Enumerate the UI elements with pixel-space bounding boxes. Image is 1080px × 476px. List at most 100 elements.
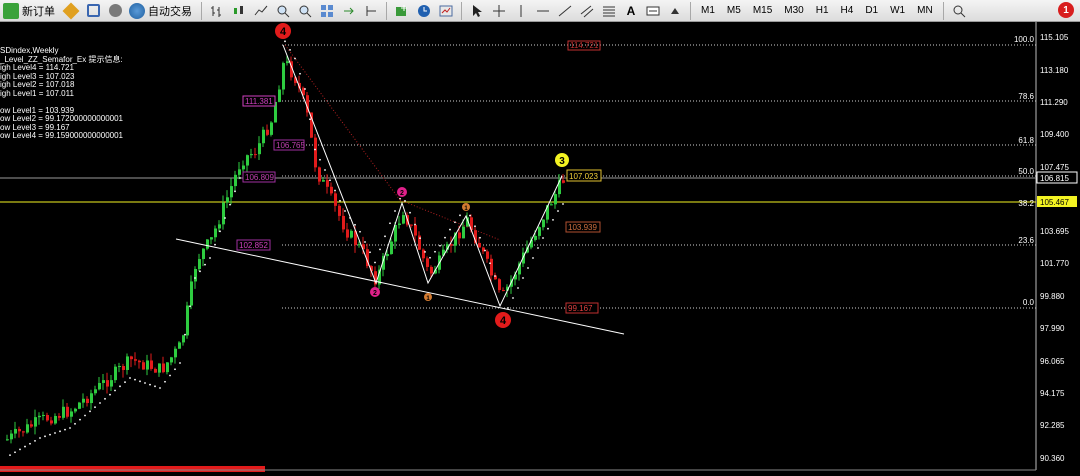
tile-windows-glyph <box>321 4 333 17</box>
indicators-icon[interactable] <box>393 2 411 20</box>
timeframe-d1[interactable]: D1 <box>859 1 884 21</box>
candle-body <box>62 406 65 418</box>
sar-dot <box>54 432 56 434</box>
candle-body <box>330 186 333 194</box>
sar-dot <box>309 118 311 121</box>
timeframe-m1[interactable]: M1 <box>695 1 721 21</box>
candle-body <box>250 154 253 156</box>
autotrade-button[interactable]: 自动交易 <box>126 1 195 21</box>
candle-body <box>350 230 353 238</box>
candle-body <box>146 360 149 370</box>
candle-body <box>542 219 545 228</box>
bar-chart-icon[interactable] <box>208 2 226 20</box>
timeframe-h1[interactable]: H1 <box>810 1 835 21</box>
zoom-in-icon[interactable] <box>274 2 292 20</box>
price-axis-label: 99.880 <box>1040 292 1065 301</box>
sar-dot <box>114 389 116 392</box>
arrows-icon[interactable] <box>666 2 684 20</box>
channel-icon[interactable] <box>578 2 596 20</box>
candle-body <box>130 356 133 360</box>
candle-body <box>198 259 201 270</box>
sar-dot <box>89 410 91 413</box>
price-tag: 99.167 <box>568 304 593 313</box>
candle-body <box>486 251 489 259</box>
candle-body <box>502 290 505 292</box>
candle-body <box>338 205 341 216</box>
sar-dot <box>324 169 326 171</box>
trendline-icon[interactable] <box>556 2 574 20</box>
fibonacci-levels <box>282 44 1036 309</box>
vertical-line-glyph <box>520 4 522 17</box>
sar-dot <box>99 402 101 404</box>
zoom-out-icon[interactable] <box>296 2 314 20</box>
horizontal-line-icon[interactable] <box>534 2 552 20</box>
candle-body <box>426 258 429 267</box>
timeframe-w1[interactable]: W1 <box>884 1 911 21</box>
fibonacci-icon[interactable] <box>600 2 618 20</box>
timeframe-m5[interactable]: M5 <box>721 1 747 21</box>
price-chart[interactable]: 100.0 78.6 61.8 50.0 38.2 23.6 0.0 114.7… <box>0 22 1080 476</box>
sar-dot <box>439 244 441 247</box>
tile-windows-icon[interactable] <box>318 2 336 20</box>
price-tag: 114.721 <box>570 41 599 50</box>
timeframe-m15[interactable]: M15 <box>747 1 778 21</box>
timeframe-m30[interactable]: M30 <box>778 1 809 21</box>
sar-dot <box>19 448 21 451</box>
periods-icon[interactable] <box>415 2 433 20</box>
new-order-button[interactable]: 新订单 <box>0 1 58 21</box>
line-chart-icon[interactable] <box>252 2 270 20</box>
candlestick-icon[interactable] <box>230 2 248 20</box>
candle-body <box>222 202 225 225</box>
sar-dot <box>304 88 306 90</box>
label-tool-icon[interactable] <box>644 2 662 20</box>
sar-dot <box>289 49 291 51</box>
sar-dot <box>189 305 191 308</box>
crosshair-icon[interactable] <box>490 2 508 20</box>
text-tool-icon[interactable]: A <box>622 2 640 20</box>
candle-body <box>66 406 69 417</box>
search-icon[interactable] <box>950 2 968 20</box>
price-tag: 107.023 <box>569 172 598 181</box>
price-axis-label: 113.180 <box>1040 66 1069 75</box>
candle-body <box>110 380 113 387</box>
autoscroll-icon[interactable] <box>340 2 358 20</box>
semafor-label: 2 <box>373 290 377 297</box>
candle-body <box>206 239 209 249</box>
sar-dot <box>214 243 216 246</box>
sar-dot <box>179 362 181 364</box>
candle-body <box>534 235 537 240</box>
price-axis-label: 111.290 <box>1040 98 1068 107</box>
timeframe-h4[interactable]: H4 <box>835 1 860 21</box>
sar-dot <box>329 179 331 182</box>
sar-dot <box>429 256 431 259</box>
sar-dot <box>419 237 421 240</box>
semafor-label: 4 <box>500 315 507 327</box>
sar-dot <box>104 397 106 400</box>
market-watch-icon[interactable] <box>84 2 102 20</box>
sar-dot <box>474 225 476 228</box>
candle-body <box>182 335 185 343</box>
notification-badge[interactable]: 1 <box>1058 2 1074 18</box>
cursor-icon[interactable] <box>468 2 486 20</box>
sar-dot <box>364 241 366 243</box>
channel-glyph <box>580 5 594 17</box>
cursor-glyph <box>473 4 482 17</box>
metaeditor-icon[interactable] <box>62 2 80 20</box>
timeframe-mn[interactable]: MN <box>911 1 939 21</box>
candle-body <box>342 215 345 230</box>
strategy-tester-icon[interactable] <box>106 2 124 20</box>
toolbar-separator <box>201 1 202 20</box>
sar-dot <box>512 297 514 299</box>
sar-dot <box>394 210 396 212</box>
arrows-glyph <box>671 7 679 14</box>
sar-dot <box>314 148 316 151</box>
templates-icon[interactable] <box>437 2 455 20</box>
sar-dot <box>24 445 26 448</box>
chart-canvas[interactable]: 100.0 78.6 61.8 50.0 38.2 23.6 0.0 114.7… <box>0 22 1080 476</box>
candle-body <box>90 393 93 404</box>
vertical-line-icon[interactable] <box>512 2 530 20</box>
price-tag: 102.852 <box>239 241 268 250</box>
sar-dot <box>194 277 196 279</box>
chart-shift-icon[interactable] <box>362 2 380 20</box>
horizontal-line-glyph <box>537 10 549 11</box>
